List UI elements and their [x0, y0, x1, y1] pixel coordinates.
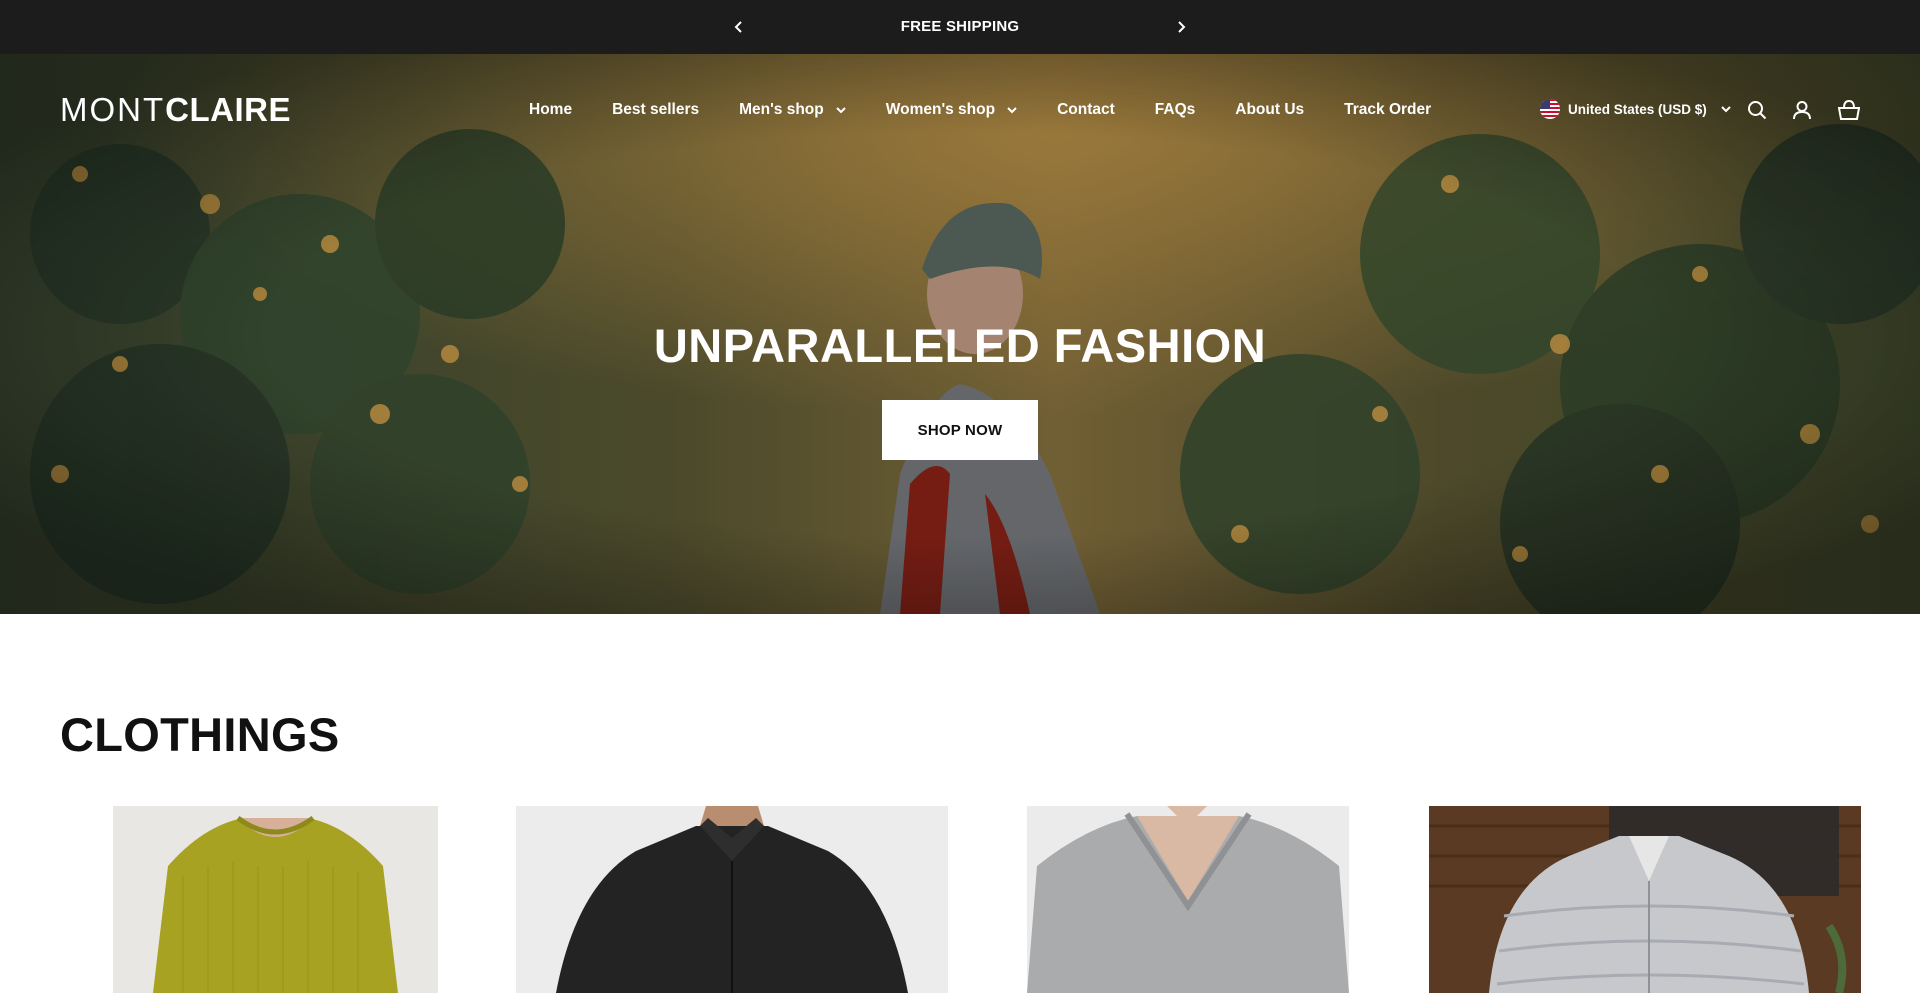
nav-womens-shop[interactable]: Women's shop [886, 101, 1017, 119]
product-card[interactable] [516, 806, 948, 993]
logo-text-bold: CLAIRE [165, 91, 291, 128]
product-image-black-shirt [516, 806, 948, 993]
main-nav: Home Best sellers Men's shop Women's sho… [529, 98, 1431, 122]
logo-text-light: MONT [60, 91, 166, 128]
product-image-grey-blouse [1027, 806, 1349, 993]
shop-now-button[interactable]: SHOP NOW [882, 400, 1038, 460]
product-image-puffer-jacket [1429, 806, 1861, 993]
nav-label: Women's shop [885, 101, 996, 118]
site-logo[interactable]: MONTCLAIRE [60, 91, 291, 129]
locale-label: United States (USD $) [1568, 101, 1707, 117]
nav-best-sellers[interactable]: Best sellers [612, 101, 699, 119]
nav-about-us[interactable]: About Us [1235, 101, 1304, 119]
chevron-down-icon [1721, 105, 1731, 112]
announcement-message: FREE SHIPPING [900, 18, 1020, 35]
announcement-next-button[interactable] [1169, 15, 1193, 39]
locale-selector[interactable]: United States (USD $) [1540, 98, 1731, 120]
nav-contact[interactable]: Contact [1057, 101, 1115, 119]
search-icon [1748, 101, 1767, 120]
nav-label: Contact [1057, 101, 1115, 118]
nav-label: Home [529, 101, 573, 118]
nav-label: Track Order [1344, 101, 1432, 118]
cart-icon [1838, 100, 1860, 120]
search-button[interactable] [1745, 98, 1769, 122]
nav-label: Best sellers [612, 101, 700, 118]
nav-faqs[interactable]: FAQs [1155, 101, 1195, 119]
product-image-sweater [113, 806, 438, 993]
product-card[interactable] [113, 806, 438, 993]
nav-mens-shop[interactable]: Men's shop [739, 101, 846, 119]
announcement-bar: FREE SHIPPING [0, 0, 1920, 54]
us-flag-icon [1540, 99, 1560, 119]
nav-label: Men's shop [739, 101, 824, 118]
account-button[interactable] [1790, 98, 1814, 122]
account-icon [1793, 101, 1811, 120]
chevron-right-icon [1178, 21, 1186, 33]
section-title: CLOTHINGS [60, 708, 340, 761]
product-card[interactable] [1027, 806, 1349, 993]
product-card[interactable] [1429, 806, 1861, 993]
nav-label: About Us [1235, 101, 1305, 118]
nav-track-order[interactable]: Track Order [1344, 101, 1431, 119]
nav-label: FAQs [1154, 101, 1196, 118]
site-header: MONTCLAIRE Home Best sellers Men's shop … [0, 54, 1920, 166]
hero-title: UNPARALLELED FASHION [653, 319, 1267, 372]
cart-button[interactable] [1837, 98, 1861, 122]
chevron-down-icon [836, 106, 846, 113]
nav-home[interactable]: Home [529, 101, 572, 119]
chevron-down-icon [1007, 106, 1017, 113]
